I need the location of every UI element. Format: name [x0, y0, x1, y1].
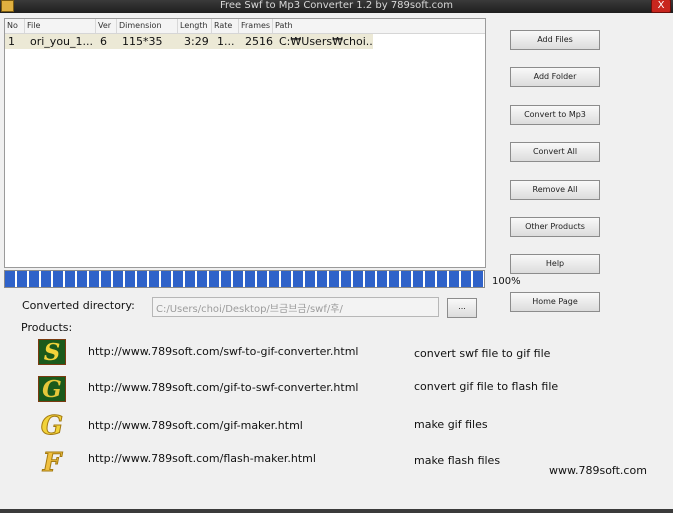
file-list[interactable]: No File Ver Dimension Length Rate Frames…	[4, 18, 486, 268]
close-button[interactable]: X	[651, 0, 671, 13]
cell-no: 1	[8, 35, 15, 48]
cell-rate: 1...	[217, 35, 235, 48]
convert-all-button[interactable]: Convert All	[510, 142, 600, 162]
cell-frames: 2516	[245, 35, 273, 48]
column-header-frames[interactable]: Frames	[239, 19, 273, 33]
gif-to-swf-logo-icon[interactable]: G	[38, 376, 66, 403]
window-title: Free Swf to Mp3 Converter 1.2 by 789soft…	[219, 0, 454, 11]
remove-all-button[interactable]: Remove All	[510, 180, 600, 200]
cell-path: C:₩Users₩choi...	[279, 35, 373, 48]
home-page-button[interactable]: Home Page	[510, 292, 600, 312]
cell-length: 3:29	[184, 35, 209, 48]
product-desc-swf-to-gif: convert swf file to gif file	[414, 347, 551, 360]
product-desc-flash-maker: make flash files	[414, 454, 501, 467]
converted-directory-field[interactable]	[152, 297, 439, 317]
flash-maker-logo-icon[interactable]: F	[38, 450, 66, 477]
progress-percent: 100%	[492, 276, 521, 287]
window-bottom-border	[0, 509, 673, 513]
cell-file: ori_you_1...	[30, 35, 94, 48]
converted-directory-label: Converted directory:	[22, 299, 135, 312]
column-header-rate[interactable]: Rate	[212, 19, 239, 33]
cell-ver: 6	[100, 35, 107, 48]
file-list-header: No File Ver Dimension Length Rate Frames…	[5, 19, 485, 34]
title-bar: Free Swf to Mp3 Converter 1.2 by 789soft…	[0, 0, 673, 13]
column-header-ver[interactable]: Ver	[96, 19, 117, 33]
product-link-swf-to-gif[interactable]: http://www.789soft.com/swf-to-gif-conver…	[88, 345, 358, 358]
column-header-path[interactable]: Path	[273, 19, 373, 33]
help-button[interactable]: Help	[510, 254, 600, 274]
site-link[interactable]: www.789soft.com	[549, 464, 647, 477]
swf-to-gif-logo-icon[interactable]: S	[38, 339, 66, 366]
cell-dimension: 115*35	[122, 35, 163, 48]
browse-directory-button[interactable]: ...	[447, 298, 477, 318]
column-header-file[interactable]: File	[25, 19, 96, 33]
product-link-gif-maker[interactable]: http://www.789soft.com/gif-maker.html	[88, 419, 303, 432]
app-icon	[1, 0, 14, 12]
column-header-dimension[interactable]: Dimension	[117, 19, 178, 33]
other-products-button[interactable]: Other Products	[510, 217, 600, 237]
product-link-gif-to-swf[interactable]: http://www.789soft.com/gif-to-swf-conver…	[88, 381, 358, 394]
product-desc-gif-maker: make gif files	[414, 418, 488, 431]
table-row[interactable]: 1 ori_you_1... 6 115*35 3:29 1... 2516 C…	[5, 34, 373, 49]
gif-maker-logo-icon[interactable]: G	[38, 413, 66, 440]
products-label: Products:	[21, 321, 73, 334]
progress-fill	[5, 271, 484, 287]
add-files-button[interactable]: Add Files	[510, 30, 600, 50]
column-header-no[interactable]: No	[5, 19, 25, 33]
conversion-progress-bar	[4, 270, 485, 288]
convert-to-mp3-button[interactable]: Convert to Mp3	[510, 105, 600, 125]
add-folder-button[interactable]: Add Folder	[510, 67, 600, 87]
product-desc-gif-to-swf: convert gif file to flash file	[414, 380, 559, 393]
product-link-flash-maker[interactable]: http://www.789soft.com/flash-maker.html	[88, 452, 316, 465]
column-header-length[interactable]: Length	[178, 19, 212, 33]
